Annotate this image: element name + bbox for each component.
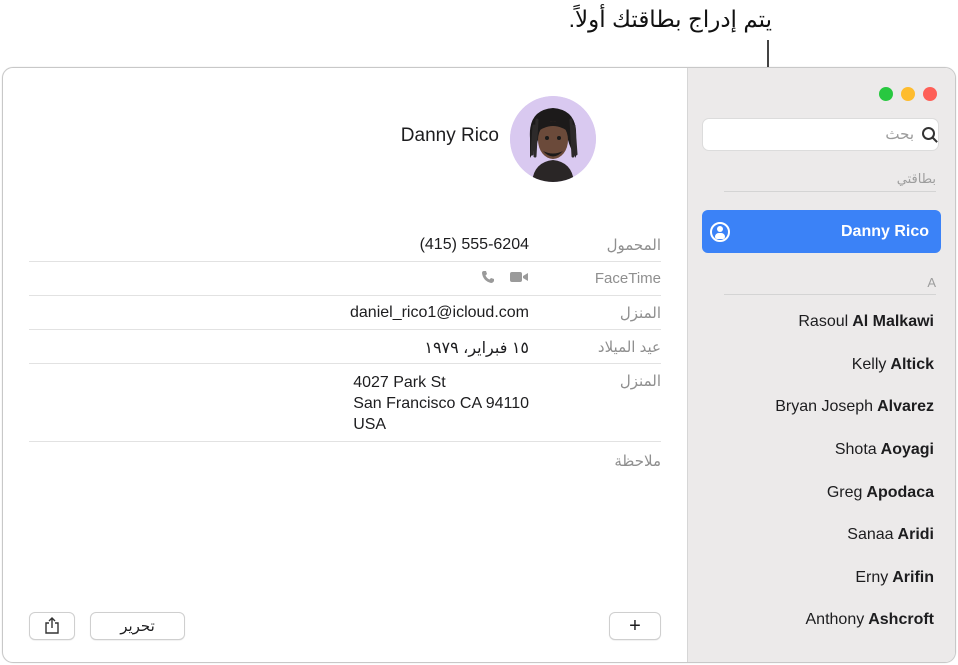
search-field[interactable] (702, 118, 939, 151)
zoom-button[interactable] (879, 87, 893, 101)
search-icon (922, 126, 935, 143)
share-icon (45, 617, 59, 634)
section-header-a: A (724, 275, 936, 295)
field-label: FaceTime (594, 270, 661, 287)
birthday-value: ١٥ فبراير، ١٩٧٩ (424, 340, 529, 357)
my-card-header: بطاقتي (724, 171, 936, 192)
my-card-icon (710, 221, 730, 242)
list-item[interactable]: Sanaa Aridi (688, 514, 955, 557)
list-item[interactable]: Shota Aoyagi (688, 429, 955, 472)
address-line: USA (353, 416, 387, 433)
phone-number[interactable]: (415) 555-6204 (414, 228, 529, 261)
contact-list: Rasoul Al Malkawi Kelly Altick Bryan Josep… (688, 301, 955, 642)
list-item[interactable]: Rasoul Al Malkawi (688, 301, 955, 344)
callout-text: يتم إدراج بطاقتك أولاً. (568, 6, 772, 32)
address-value[interactable]: 4027 Park St San Francisco CA 94110 USA (347, 364, 529, 441)
selected-contact-name: Danny Rico (840, 222, 929, 240)
add-button[interactable]: + (609, 612, 661, 640)
minimize-button[interactable] (901, 87, 915, 101)
field-row-facetime: FaceTime (29, 262, 661, 296)
video-icon[interactable] (509, 270, 529, 284)
field-label: المنزل (619, 373, 661, 390)
field-row-email: المنزل daniel_rico1@icloud.com (29, 296, 661, 330)
sidebar: بطاقتي Danny Rico A RasoulAl Malkawi Kel… (687, 68, 955, 662)
field-row-address: المنزل 4027 Park St San Francisco CA 941… (29, 364, 661, 442)
contact-fields: المحمول (415) 555-6204 FaceTime المنزل d… (29, 228, 661, 475)
field-label: المحمول (606, 237, 661, 254)
share-button[interactable] (29, 612, 75, 640)
phone-icon[interactable] (481, 270, 495, 284)
contact-card: Danny Rico المحمول (415) 555-6204 FaceTi… (3, 68, 687, 662)
contact-name: Danny Rico (400, 125, 499, 146)
edit-button[interactable]: تحرير (90, 612, 185, 640)
field-label: ملاحظة (614, 453, 661, 470)
field-label: المنزل (619, 305, 661, 322)
address-line: San Francisco CA 94110 (353, 395, 529, 412)
address-line: 4027 Park St (353, 374, 446, 391)
list-item[interactable]: Bryan Joseph Alvarez (688, 386, 955, 429)
email-address[interactable]: daniel_rico1@icloud.com (344, 296, 529, 329)
memoji-avatar-image (510, 96, 596, 182)
field-row-note: ملاحظة (29, 442, 661, 475)
list-item[interactable]: Kelly Altick (688, 344, 955, 387)
field-row-mobile: المحمول (415) 555-6204 (29, 228, 661, 262)
list-item[interactable]: Erny Arifin (688, 557, 955, 600)
avatar (510, 96, 596, 182)
selected-contact-row[interactable]: Danny Rico (702, 210, 941, 253)
close-button[interactable] (923, 87, 937, 101)
field-label: عيد الميلاد (597, 339, 661, 356)
list-item[interactable]: Anthony Ashcroft (688, 599, 955, 642)
list-item[interactable]: Greg Apodaca (688, 471, 955, 514)
contacts-window: بطاقتي Danny Rico A RasoulAl Malkawi Kel… (2, 67, 956, 663)
field-row-birthday: عيد الميلاد ١٥ فبراير، ١٩٧٩ (29, 330, 661, 364)
search-input[interactable] (713, 125, 916, 144)
traffic-lights (879, 87, 937, 101)
